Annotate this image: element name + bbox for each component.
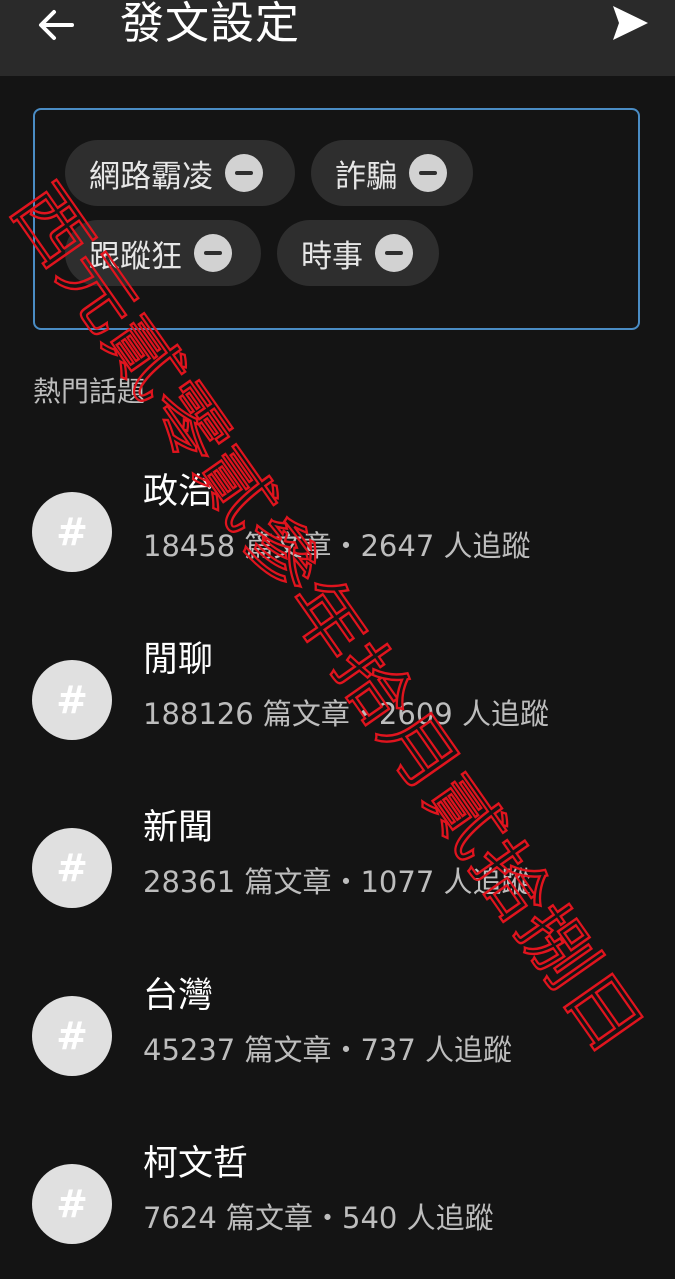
- hot-topics-heading: 熱門話題: [33, 375, 146, 408]
- minus-circle-icon[interactable]: [225, 154, 263, 192]
- chip-label: 跟蹤狂: [89, 238, 182, 275]
- topic-item[interactable]: # 政治 18458 篇文章・2647 人追蹤: [0, 470, 675, 590]
- hashtag-icon: #: [32, 1164, 112, 1244]
- arrow-left-icon: [39, 10, 74, 40]
- topic-stats: 28361 篇文章・1077 人追蹤: [143, 865, 531, 899]
- topic-chip[interactable]: 跟蹤狂: [65, 220, 261, 286]
- page-title: 發文設定: [120, 0, 300, 49]
- app-bar: 發文設定: [0, 0, 675, 76]
- topic-name: 閒聊: [143, 640, 214, 680]
- topic-stats: 45237 篇文章・737 人追蹤: [143, 1033, 513, 1067]
- send-icon: [613, 6, 648, 40]
- send-button[interactable]: [598, 0, 662, 46]
- hashtag-icon: #: [32, 828, 112, 908]
- chip-label: 詐騙: [335, 158, 397, 195]
- hashtag-icon: #: [32, 996, 112, 1076]
- topic-name: 台灣: [143, 976, 214, 1016]
- topic-stats: 188126 篇文章・2609 人追蹤: [143, 697, 549, 731]
- chip-label: 時事: [301, 238, 363, 275]
- topic-chip[interactable]: 網路霸凌: [65, 140, 295, 206]
- topic-item[interactable]: # 閒聊 188126 篇文章・2609 人追蹤: [0, 638, 675, 758]
- topic-stats: 18458 篇文章・2647 人追蹤: [143, 529, 531, 563]
- topic-chip[interactable]: 詐騙: [311, 140, 473, 206]
- selected-topics-box[interactable]: 網路霸凌 詐騙 跟蹤狂 時事: [33, 108, 640, 330]
- minus-circle-icon[interactable]: [409, 154, 447, 192]
- chip-label: 網路霸凌: [89, 158, 213, 195]
- topic-item[interactable]: # 新聞 28361 篇文章・1077 人追蹤: [0, 806, 675, 926]
- topic-item[interactable]: # 柯文哲 7624 篇文章・540 人追蹤: [0, 1142, 675, 1262]
- back-button[interactable]: [28, 0, 84, 50]
- topic-name: 柯文哲: [143, 1144, 249, 1184]
- minus-circle-icon[interactable]: [194, 234, 232, 272]
- minus-circle-icon[interactable]: [375, 234, 413, 272]
- hashtag-icon: #: [32, 660, 112, 740]
- topic-name: 新聞: [143, 808, 214, 848]
- hashtag-icon: #: [32, 492, 112, 572]
- topic-item[interactable]: # 台灣 45237 篇文章・737 人追蹤: [0, 974, 675, 1094]
- topic-stats: 7624 篇文章・540 人追蹤: [143, 1201, 494, 1235]
- topic-chip[interactable]: 時事: [277, 220, 439, 286]
- topic-name: 政治: [143, 472, 214, 512]
